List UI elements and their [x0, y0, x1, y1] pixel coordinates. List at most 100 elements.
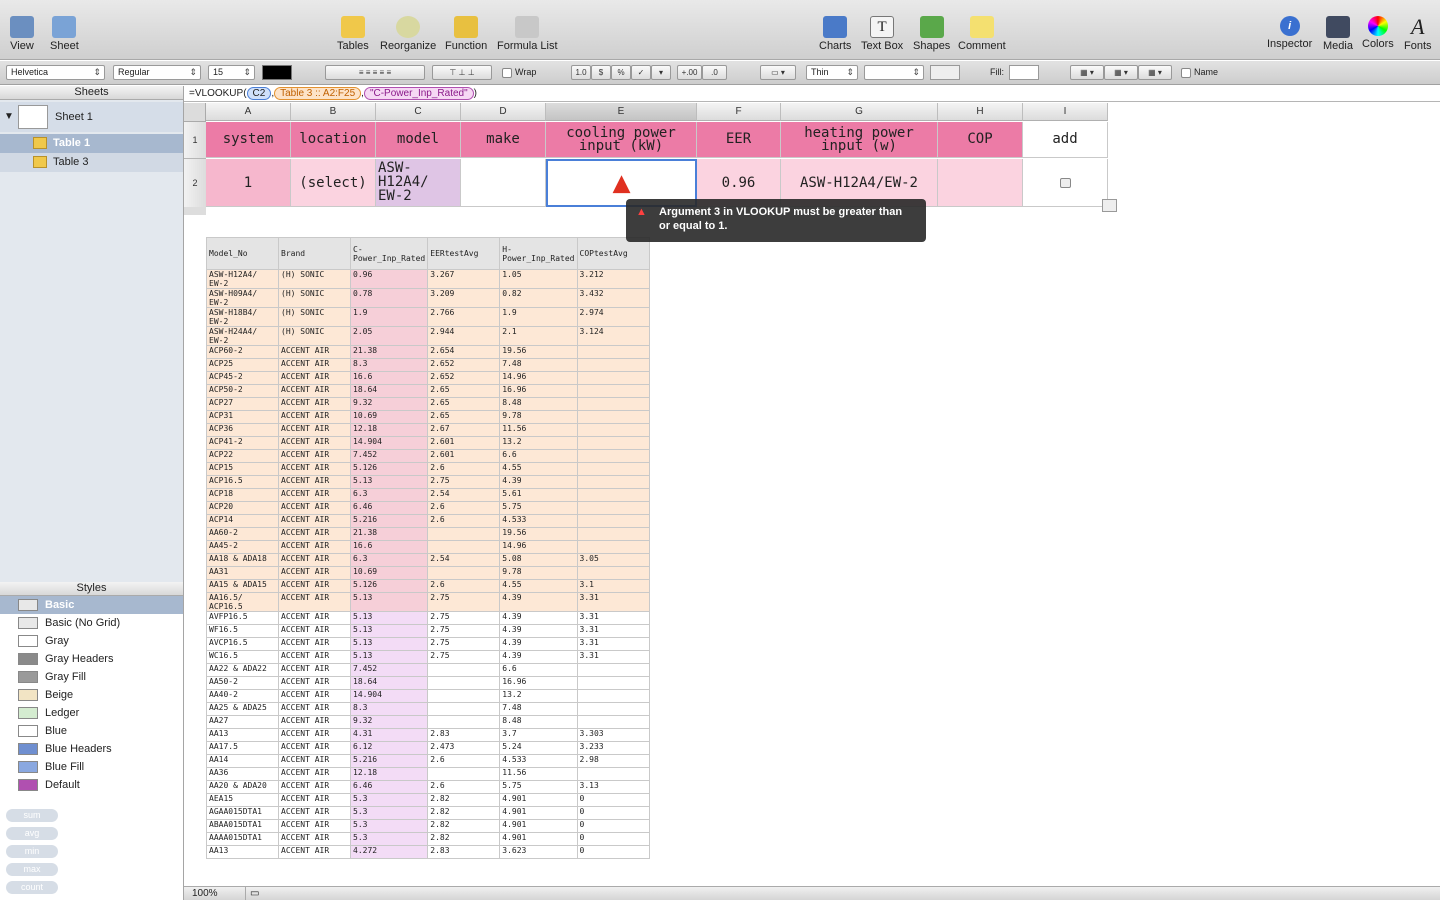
table3-cell[interactable]: 2.6 — [427, 579, 501, 593]
table3-cell[interactable]: ACCENT AIR — [278, 384, 351, 398]
table3-cell[interactable]: AA40-2 — [206, 689, 279, 703]
table3-cell[interactable]: 2.6 — [427, 754, 501, 768]
table3-cell[interactable]: ACP60-2 — [206, 345, 279, 359]
table3-cell[interactable]: 14.96 — [499, 540, 578, 554]
table3-cell[interactable]: ACCENT AIR — [278, 832, 351, 846]
sidebar-item-table-3[interactable]: Table 3 — [0, 153, 183, 172]
table3-cell[interactable] — [576, 540, 650, 554]
table3-cell[interactable]: 12.18 — [349, 767, 429, 781]
table3-cell[interactable]: 10.69 — [349, 410, 429, 424]
font-family-select[interactable]: Helvetica — [6, 65, 105, 80]
table3-cell[interactable]: ACP22 — [206, 449, 279, 463]
name-checkbox[interactable] — [1181, 68, 1191, 78]
table3-cell[interactable] — [576, 514, 650, 528]
text-color-well[interactable] — [262, 65, 292, 80]
table3-cell[interactable]: 5.75 — [499, 501, 578, 515]
table3-cell[interactable]: AA16.5/ ACP16.5 — [206, 592, 279, 612]
table3-cell[interactable]: ACP45-2 — [206, 371, 279, 385]
row-header-1[interactable]: 1 — [184, 122, 206, 159]
vertical-align-buttons[interactable]: ⊤ ⊥ ⊥ — [432, 65, 492, 80]
table3-cell[interactable]: 0 — [576, 832, 650, 846]
table3-cell[interactable]: 2.83 — [427, 728, 501, 742]
table3-cell[interactable]: 1.9 — [499, 307, 578, 327]
table3-cell[interactable]: 5.75 — [499, 780, 578, 794]
table3-cell[interactable]: 5.13 — [349, 592, 429, 612]
table3-cell[interactable] — [576, 410, 650, 424]
cell-a2[interactable]: 1 — [206, 159, 291, 207]
table3-cell[interactable]: 4.39 — [499, 624, 578, 638]
stroke-style-select[interactable] — [864, 65, 924, 80]
table3-cell[interactable]: AA20 & ADA20 — [206, 780, 279, 794]
table3-cell[interactable]: ACCENT AIR — [278, 501, 351, 515]
table3-cell[interactable]: 2.654 — [427, 345, 501, 359]
media-button[interactable]: Media — [1323, 16, 1353, 52]
table3-cell[interactable]: 4.533 — [499, 754, 578, 768]
table3-cell[interactable]: 5.08 — [499, 553, 578, 567]
quick-formula-max[interactable]: max — [6, 863, 58, 876]
table3-cell[interactable]: ACCENT AIR — [278, 488, 351, 502]
table3-cell[interactable]: 0 — [576, 819, 650, 833]
table3-cell[interactable]: 16.6 — [349, 371, 429, 385]
style-item[interactable]: Gray Headers — [0, 650, 183, 668]
formula-bar[interactable]: =VLOOKUP(C2, Table 3 :: A2:F25, "C-Power_I… — [184, 86, 1440, 102]
sheet-item[interactable]: ▼ Sheet 1 — [0, 102, 183, 132]
table3-cell[interactable]: 2.65 — [427, 384, 501, 398]
table3-cell[interactable]: 2.67 — [427, 423, 501, 437]
header-cell-b[interactable]: location — [291, 122, 376, 158]
table3-cell[interactable]: 3.303 — [576, 728, 650, 742]
table3-cell[interactable]: AVCP16.5 — [206, 637, 279, 651]
table3-cell[interactable]: ACCENT AIR — [278, 371, 351, 385]
header-cell-d[interactable]: make — [461, 122, 546, 158]
table3-cell[interactable]: ACP18 — [206, 488, 279, 502]
table3-column-header[interactable]: H-Power_Inp_Rated — [499, 237, 578, 270]
table3-cell[interactable]: 9.78 — [499, 566, 578, 580]
table3-cell[interactable]: 10.69 — [349, 566, 429, 580]
format-menu-button[interactable]: ▾ — [651, 65, 671, 80]
table3-cell[interactable]: 21.38 — [349, 345, 429, 359]
table3-cell[interactable]: 5.13 — [349, 624, 429, 638]
checkbox-format-button[interactable]: ✓ — [631, 65, 651, 80]
table3-column-header[interactable]: C-Power_Inp_Rated — [349, 237, 429, 270]
wrap-checkbox[interactable] — [502, 68, 512, 78]
header-cell-f[interactable]: EER — [697, 122, 781, 158]
warning-icon[interactable]: ▲ — [612, 168, 630, 198]
table3-cell[interactable]: 2.75 — [427, 624, 501, 638]
table3-cell[interactable]: ASW-H09A4/ EW-2 — [206, 288, 279, 308]
table3-cell[interactable]: AA22 & ADA22 — [206, 663, 279, 677]
table3-cell[interactable]: ABAA015DTA1 — [206, 819, 279, 833]
table3-cell[interactable]: 5.3 — [349, 806, 429, 820]
table3-cell[interactable]: ACCENT AIR — [278, 514, 351, 528]
style-item[interactable]: Basic — [0, 596, 183, 614]
table3-cell[interactable]: 3.124 — [576, 326, 650, 346]
table3-cell[interactable]: ACCENT AIR — [278, 397, 351, 411]
table3-cell[interactable]: 0.82 — [499, 288, 578, 308]
table3-cell[interactable] — [427, 566, 501, 580]
table3-cell[interactable]: 4.533 — [499, 514, 578, 528]
table3-cell[interactable] — [576, 423, 650, 437]
table3-cell[interactable]: 2.54 — [427, 488, 501, 502]
table3-cell[interactable]: ACCENT AIR — [278, 624, 351, 638]
table3-cell[interactable]: 9.78 — [499, 410, 578, 424]
table3-cell[interactable]: 11.56 — [499, 767, 578, 781]
table3-cell[interactable]: WF16.5 — [206, 624, 279, 638]
table3-cell[interactable]: ACCENT AIR — [278, 663, 351, 677]
table3-cell[interactable]: 7.48 — [499, 702, 578, 716]
table3-cell[interactable] — [576, 702, 650, 716]
column-header-h[interactable]: H — [938, 103, 1023, 121]
table3-cell[interactable] — [576, 566, 650, 580]
table3-cell[interactable] — [576, 436, 650, 450]
table3-cell[interactable]: 4.39 — [499, 592, 578, 612]
style-item[interactable]: Ledger — [0, 704, 183, 722]
style-item[interactable]: Basic (No Grid) — [0, 614, 183, 632]
table3-cell[interactable]: 2.473 — [427, 741, 501, 755]
table3-cell[interactable]: 3.1 — [576, 579, 650, 593]
table3-cell[interactable]: 11.56 — [499, 423, 578, 437]
sheet-button[interactable]: Sheet — [50, 16, 79, 52]
table3-cell[interactable]: ACCENT AIR — [278, 806, 351, 820]
table3-cell[interactable]: ACCENT AIR — [278, 845, 351, 859]
cell-i2[interactable] — [1023, 159, 1108, 207]
tables-button[interactable]: Tables — [337, 16, 369, 52]
column-header-c[interactable]: C — [376, 103, 461, 121]
table3-cell[interactable]: 3.31 — [576, 624, 650, 638]
table3-cell[interactable]: 2.652 — [427, 358, 501, 372]
